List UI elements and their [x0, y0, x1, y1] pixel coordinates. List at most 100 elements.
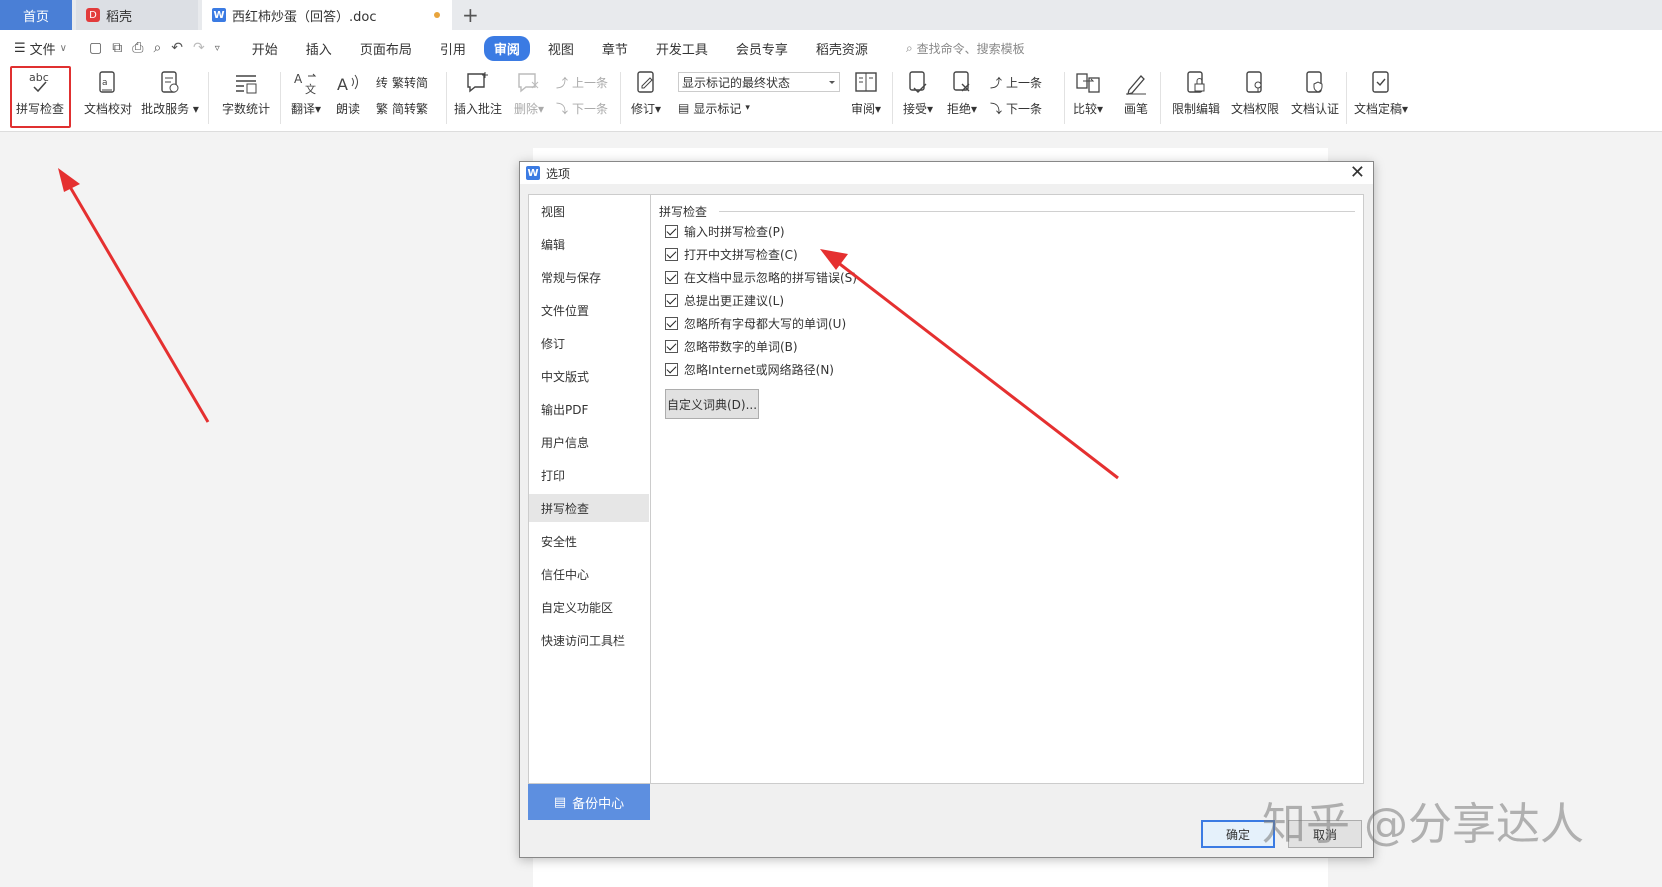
review-service-icon	[156, 68, 184, 98]
nav-output-pdf[interactable]: 输出PDF	[529, 395, 649, 423]
delete-comment-button[interactable]: 删除▾	[510, 68, 548, 128]
translate-label: 翻译▾	[290, 102, 322, 116]
option-ignore-internet-paths[interactable]: 忽略Internet或网络路径(N)	[665, 359, 834, 379]
option-chinese-spell-check[interactable]: 打开中文拼写检查(C)	[665, 244, 798, 264]
menu-page-layout[interactable]: 页面布局	[350, 36, 422, 61]
show-markup-label: 显示标记	[693, 101, 742, 116]
redo-icon[interactable]: ↷	[193, 40, 205, 56]
tab-home[interactable]: 首页	[0, 0, 72, 30]
menu-member[interactable]: 会员专享	[726, 36, 798, 61]
nav-trust-center[interactable]: 信任中心	[529, 560, 649, 588]
accept-icon	[904, 68, 932, 98]
print-icon[interactable]: ⎙	[132, 40, 143, 56]
menu-chapter[interactable]: 章节	[592, 36, 638, 61]
next-change-icon: ⤵	[990, 101, 1003, 116]
next-comment-button[interactable]: ⤵ 下一条	[556, 98, 608, 118]
custom-dictionary-button[interactable]: 自定义词典(D)...	[665, 389, 759, 419]
backup-center-button[interactable]: ▤ 备份中心	[528, 784, 650, 820]
word-count-icon	[232, 68, 260, 98]
simp-trad-icon: 繁	[376, 101, 389, 116]
word-count-button[interactable]: 字数统计	[218, 68, 274, 128]
next-change-button[interactable]: ⤵ 下一条	[990, 98, 1042, 118]
nav-spell-check[interactable]: 拼写检查	[529, 494, 649, 522]
restrict-edit-label: 限制编辑	[1171, 102, 1220, 116]
track-changes-button[interactable]: 修订▾	[626, 68, 666, 128]
nav-view[interactable]: 视图	[529, 197, 649, 225]
trad-to-simp-button[interactable]: 䌸 繁转简	[376, 72, 428, 92]
arrow-to-spell-check	[58, 168, 210, 423]
option-always-suggest[interactable]: 总提出更正建议(L)	[665, 290, 784, 310]
checkbox-checked[interactable]	[665, 270, 678, 284]
review-pane-button[interactable]: 审阅▾	[846, 68, 886, 128]
nav-edit[interactable]: 编辑	[529, 230, 649, 258]
accept-button[interactable]: 接受▾	[898, 68, 938, 128]
print-preview-icon[interactable]: ⌕	[153, 40, 161, 56]
reject-button[interactable]: 拒绝▾	[942, 68, 982, 128]
save-icon[interactable]: ▢	[89, 40, 102, 56]
menu-developer[interactable]: 开发工具	[646, 36, 718, 61]
nav-general-save[interactable]: 常规与保存	[529, 263, 649, 291]
file-menu[interactable]: ☰ 文件 ∨	[14, 39, 67, 58]
reject-icon	[948, 68, 976, 98]
customize-icon[interactable]: ▿	[215, 43, 220, 54]
backup-center-label: 备份中心	[572, 796, 625, 812]
command-search[interactable]: ⌕ 查找命令、搜索模板	[906, 40, 1025, 57]
checkbox-checked[interactable]	[665, 339, 678, 353]
option-ignore-uppercase[interactable]: 忽略所有字母都大写的单词(U)	[665, 313, 846, 333]
checkbox-checked[interactable]	[665, 224, 678, 238]
menu-review[interactable]: 审阅	[483, 35, 530, 61]
option-show-ignored-errors[interactable]: 在文档中显示忽略的拼写错误(S)	[665, 267, 857, 287]
review-service-button[interactable]: 批改服务 ▾	[140, 68, 200, 128]
nav-chinese-layout[interactable]: 中文版式	[529, 362, 649, 390]
simp-to-trad-button[interactable]: 繁 简转繁	[376, 98, 428, 118]
close-icon[interactable]: ✕	[1350, 162, 1365, 184]
nav-quick-access[interactable]: 快速访问工具栏	[529, 626, 649, 654]
menu-bar: ☰ 文件 ∨ ▢ ⧉ ⎙ ⌕ ↶ ↷ ▿ 开始 插入 页面布局 引用 审阅 视图…	[0, 30, 1662, 66]
insert-comment-icon	[464, 68, 492, 98]
nav-customize-ribbon[interactable]: 自定义功能区	[529, 593, 649, 621]
nav-security[interactable]: 安全性	[529, 527, 649, 555]
checkbox-checked[interactable]	[665, 316, 678, 330]
new-tab-button[interactable]: +	[462, 3, 479, 27]
nav-user-info[interactable]: 用户信息	[529, 428, 649, 456]
next-comment-icon: ⤵	[556, 101, 569, 116]
translate-button[interactable]: A文 翻译▾	[286, 68, 326, 128]
prev-comment-button[interactable]: ⤴ 上一条	[556, 72, 608, 92]
doc-permission-button[interactable]: 文档权限	[1226, 68, 1284, 128]
option-check-while-typing[interactable]: 输入时拼写检查(P)	[665, 221, 785, 241]
tab-daoke[interactable]: D 稻壳	[76, 0, 198, 30]
menu-reference[interactable]: 引用	[430, 36, 476, 61]
tab-document[interactable]: W 西红柿炒蛋（回答）.doc	[202, 0, 452, 30]
track-changes-icon	[632, 68, 660, 98]
nav-print[interactable]: 打印	[529, 461, 649, 489]
show-markup-button[interactable]: ▤ 显示标记 ▾	[678, 98, 750, 118]
undo-icon[interactable]: ↶	[171, 40, 183, 56]
menu-start[interactable]: 开始	[242, 36, 288, 61]
nav-file-location[interactable]: 文件位置	[529, 296, 649, 324]
ink-button[interactable]: 画笔	[1116, 68, 1156, 128]
markup-state-select[interactable]: 显示标记的最终状态	[678, 72, 840, 92]
compare-button[interactable]: 比较▾	[1068, 68, 1108, 128]
option-ignore-numbers[interactable]: 忽略带数字的单词(B)	[665, 336, 798, 356]
restrict-edit-button[interactable]: 限制编辑	[1166, 68, 1226, 128]
insert-comment-button[interactable]: 插入批注	[452, 68, 504, 128]
nav-revision[interactable]: 修订	[529, 329, 649, 357]
export-icon[interactable]: ⧉	[112, 40, 122, 56]
finalize-label: 文档定稿▾	[1353, 102, 1409, 116]
menu-insert[interactable]: 插入	[296, 36, 342, 61]
finalize-button[interactable]: 文档定稿▾	[1350, 68, 1412, 128]
menu-view[interactable]: 视图	[538, 36, 584, 61]
delete-comment-label: 删除▾	[513, 102, 545, 116]
doc-certify-button[interactable]: 文档认证	[1286, 68, 1344, 128]
doc-proof-button[interactable]: a 文档校对	[80, 68, 136, 128]
doc-certify-icon	[1301, 68, 1329, 98]
option-label: 总提出更正建议(L)	[684, 293, 785, 308]
reject-label: 拒绝▾	[946, 102, 978, 116]
prev-comment-icon: ⤴	[556, 75, 569, 90]
menu-daoke-resources[interactable]: 稻壳资源	[806, 36, 878, 61]
checkbox-checked[interactable]	[665, 247, 678, 261]
checkbox-checked[interactable]	[665, 362, 678, 376]
checkbox-checked[interactable]	[665, 293, 678, 307]
prev-change-button[interactable]: ⤴ 上一条	[990, 72, 1042, 92]
read-aloud-button[interactable]: A 朗读	[330, 68, 366, 128]
